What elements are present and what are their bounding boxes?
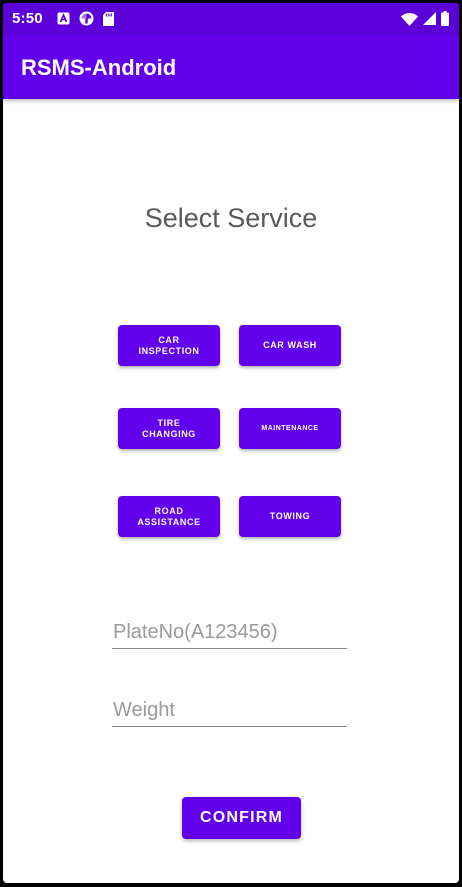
device-screen: 5:50 RSMS-Android Select Service CAR INS… — [3, 3, 459, 883]
car-wash-button[interactable]: CAR WASH — [239, 325, 341, 366]
page-title: Select Service — [144, 203, 318, 233]
weight-field-container — [112, 692, 348, 727]
status-icons-right — [401, 11, 449, 31]
road-assistance-button[interactable]: ROAD ASSISTANCE — [118, 496, 220, 537]
weight-field[interactable] — [113, 699, 348, 722]
maintenance-button[interactable]: MAINTENANCE — [239, 408, 341, 449]
status-icons-left — [57, 11, 114, 31]
tire-changing-button[interactable]: TIRE CHANGING — [118, 408, 220, 449]
wifi-icon — [401, 12, 418, 31]
plate-number-field[interactable] — [113, 621, 348, 644]
status-bar: 5:50 — [3, 3, 459, 35]
text-notification-icon — [57, 12, 70, 30]
sd-card-icon — [103, 11, 114, 31]
pinwheel-icon — [79, 11, 94, 31]
plate-number-field-container — [112, 614, 348, 649]
car-inspection-button[interactable]: CAR INSPECTION — [118, 325, 220, 366]
cellular-signal-icon — [423, 12, 436, 30]
towing-button[interactable]: TOWING — [239, 496, 341, 537]
status-time: 5:50 — [12, 10, 43, 27]
app-title: RSMS-Android — [21, 55, 177, 80]
battery-icon — [441, 11, 449, 31]
app-bar: RSMS-Android — [3, 35, 459, 99]
confirm-button[interactable]: CONFIRM — [182, 797, 301, 839]
